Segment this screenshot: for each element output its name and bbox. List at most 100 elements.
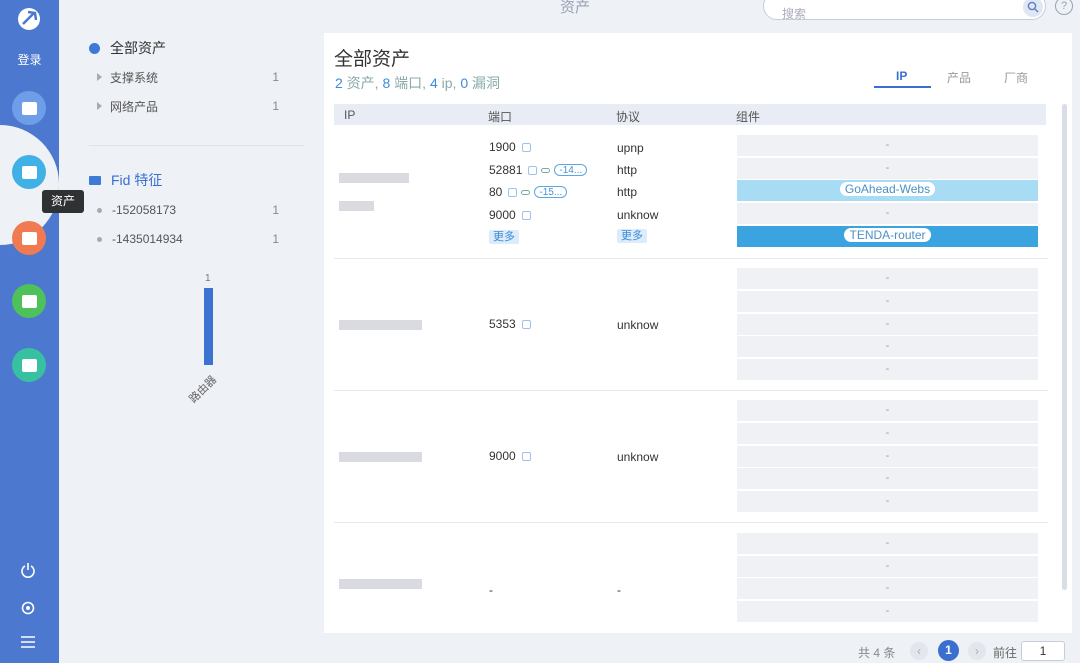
port-entry[interactable]: 9000 bbox=[489, 449, 531, 463]
fid-pill[interactable]: -15... bbox=[534, 186, 568, 198]
stat-ips: 4 bbox=[429, 75, 438, 91]
dashboard-icon[interactable] bbox=[12, 91, 46, 125]
menu-icon[interactable] bbox=[14, 628, 42, 656]
port-number: 80 bbox=[489, 185, 503, 199]
search-input[interactable]: 搜索 bbox=[763, 0, 1046, 21]
goto-page-input[interactable]: 1 bbox=[1021, 641, 1065, 661]
asset-panel: 全部资产 2 资产, 8 端口, 4 ip, 0 漏洞 IP 产品 厂商 IP … bbox=[324, 33, 1072, 633]
port-entry[interactable]: 5353 bbox=[489, 317, 531, 331]
port-entry[interactable]: 52881 -14... bbox=[489, 163, 588, 177]
port-number: 52881 bbox=[489, 163, 523, 177]
id-card-icon bbox=[89, 175, 101, 185]
logo-icon[interactable] bbox=[12, 2, 46, 36]
tab-vendor[interactable]: 厂商 bbox=[1004, 69, 1028, 86]
port-entry[interactable]: 9000 bbox=[489, 208, 531, 222]
bullet-icon bbox=[97, 236, 102, 242]
component-cell[interactable]: GoAhead-Webs bbox=[737, 180, 1038, 201]
plugin-icon[interactable] bbox=[12, 348, 46, 382]
page-title: 资产 bbox=[560, 0, 591, 16]
panel-title: 全部资产 bbox=[334, 49, 411, 70]
bullet-icon bbox=[97, 207, 102, 213]
detail-icon[interactable] bbox=[521, 451, 531, 461]
detail-icon[interactable] bbox=[521, 210, 531, 220]
stat-vulns-label: 漏洞 bbox=[468, 75, 500, 91]
component-cell: - bbox=[737, 468, 1038, 489]
fid-item-label: -152058173 bbox=[112, 203, 177, 217]
search-placeholder: 搜索 bbox=[782, 7, 807, 21]
table-row[interactable]: - - - - - - bbox=[334, 523, 1048, 633]
prev-page-icon[interactable]: ‹ bbox=[910, 642, 928, 660]
tree-item-count: 1 bbox=[272, 70, 279, 84]
detail-icon[interactable] bbox=[521, 319, 531, 329]
settings-icon[interactable] bbox=[14, 594, 42, 622]
tab-ip[interactable]: IP bbox=[896, 69, 907, 83]
stat-ips-label: ip, bbox=[437, 75, 461, 91]
link-icon[interactable] bbox=[541, 167, 551, 173]
table-row[interactable]: 1900 52881 -14... 80 -15... 9000 更多 upnp h… bbox=[334, 125, 1048, 259]
component-cell: - bbox=[737, 446, 1038, 467]
chart-icon[interactable] bbox=[12, 284, 46, 318]
stat-vulns: 0 bbox=[460, 75, 469, 91]
chart-bar[interactable] bbox=[204, 288, 213, 365]
page-current[interactable]: 1 bbox=[938, 640, 959, 661]
component-cell: - bbox=[737, 359, 1038, 380]
assets-icon[interactable] bbox=[12, 155, 46, 189]
port-number: 9000 bbox=[489, 449, 516, 463]
component-tag[interactable]: TENDA-router bbox=[844, 228, 931, 242]
login-label[interactable]: 登录 bbox=[0, 51, 59, 68]
asset-stats: 2 资产, 8 端口, 4 ip, 0 漏洞 bbox=[335, 73, 500, 93]
ip-redacted bbox=[339, 201, 374, 211]
fid-item-count: 1 bbox=[272, 232, 279, 246]
detail-icon[interactable] bbox=[521, 142, 531, 152]
component-cell: - bbox=[737, 601, 1038, 622]
port-entry[interactable]: 80 -15... bbox=[489, 185, 568, 199]
help-icon[interactable]: ? bbox=[1055, 0, 1073, 15]
caret-right-icon bbox=[97, 73, 102, 81]
scrollbar[interactable] bbox=[1062, 104, 1067, 590]
tree-item-label: 支撑系统 bbox=[110, 70, 159, 85]
stat-assets: 2 bbox=[335, 75, 343, 91]
detail-icon[interactable] bbox=[508, 187, 518, 197]
table-row[interactable]: 5353 unknow - - - - - bbox=[334, 259, 1048, 391]
protocol-value: upnp bbox=[617, 141, 644, 155]
col-ip[interactable]: IP bbox=[344, 108, 355, 122]
more-ports-button[interactable]: 更多 bbox=[489, 230, 519, 244]
fid-item[interactable]: -1435014934 1 bbox=[59, 229, 299, 249]
tab-product[interactable]: 产品 bbox=[947, 69, 971, 86]
caret-right-icon bbox=[97, 102, 102, 110]
pagination-total: 共 4 条 bbox=[858, 646, 896, 660]
component-cell[interactable]: TENDA-router bbox=[737, 226, 1038, 247]
component-cell: - bbox=[737, 158, 1038, 179]
port-entry[interactable]: 1900 bbox=[489, 140, 531, 154]
component-cell: - bbox=[737, 268, 1038, 289]
detail-icon[interactable] bbox=[528, 165, 538, 175]
component-cell: - bbox=[737, 314, 1038, 335]
tree-fid-header[interactable]: Fid 特征 bbox=[89, 170, 162, 190]
left-rail: 登录 bbox=[0, 0, 59, 663]
fid-item[interactable]: -152058173 1 bbox=[59, 200, 299, 220]
table-row[interactable]: 9000 unknow - - - - - bbox=[334, 391, 1048, 523]
component-cell: - bbox=[737, 578, 1038, 599]
protocol-value: http bbox=[617, 163, 638, 177]
component-cell: - bbox=[737, 336, 1038, 357]
asset-tree: 全部资产 支撑系统 1 网络产品 1 Fid 特征 -152058173 1 -143… bbox=[59, 0, 324, 663]
fid-pill[interactable]: -14... bbox=[554, 164, 588, 176]
report-icon[interactable] bbox=[12, 221, 46, 255]
component-cell: - bbox=[737, 491, 1038, 512]
component-cell: - bbox=[737, 423, 1038, 444]
ip-redacted bbox=[339, 320, 422, 330]
tree-item[interactable]: 网络产品 1 bbox=[59, 96, 299, 116]
goto-label: 前往 bbox=[993, 646, 1018, 660]
next-page-icon[interactable]: › bbox=[968, 642, 986, 660]
component-tag[interactable]: GoAhead-Webs bbox=[839, 182, 936, 196]
search-icon[interactable] bbox=[1023, 0, 1043, 17]
col-component[interactable]: 组件 bbox=[736, 108, 760, 125]
power-icon[interactable] bbox=[14, 556, 42, 584]
more-protocols-button[interactable]: 更多 bbox=[617, 229, 647, 243]
col-protocol[interactable]: 协议 bbox=[616, 108, 640, 125]
tree-item[interactable]: 支撑系统 1 bbox=[59, 67, 299, 87]
link-icon[interactable] bbox=[521, 189, 531, 195]
protocol-value: unknow bbox=[617, 318, 659, 332]
tree-all-assets[interactable]: 全部资产 bbox=[89, 38, 166, 58]
col-port[interactable]: 端口 bbox=[488, 108, 512, 125]
